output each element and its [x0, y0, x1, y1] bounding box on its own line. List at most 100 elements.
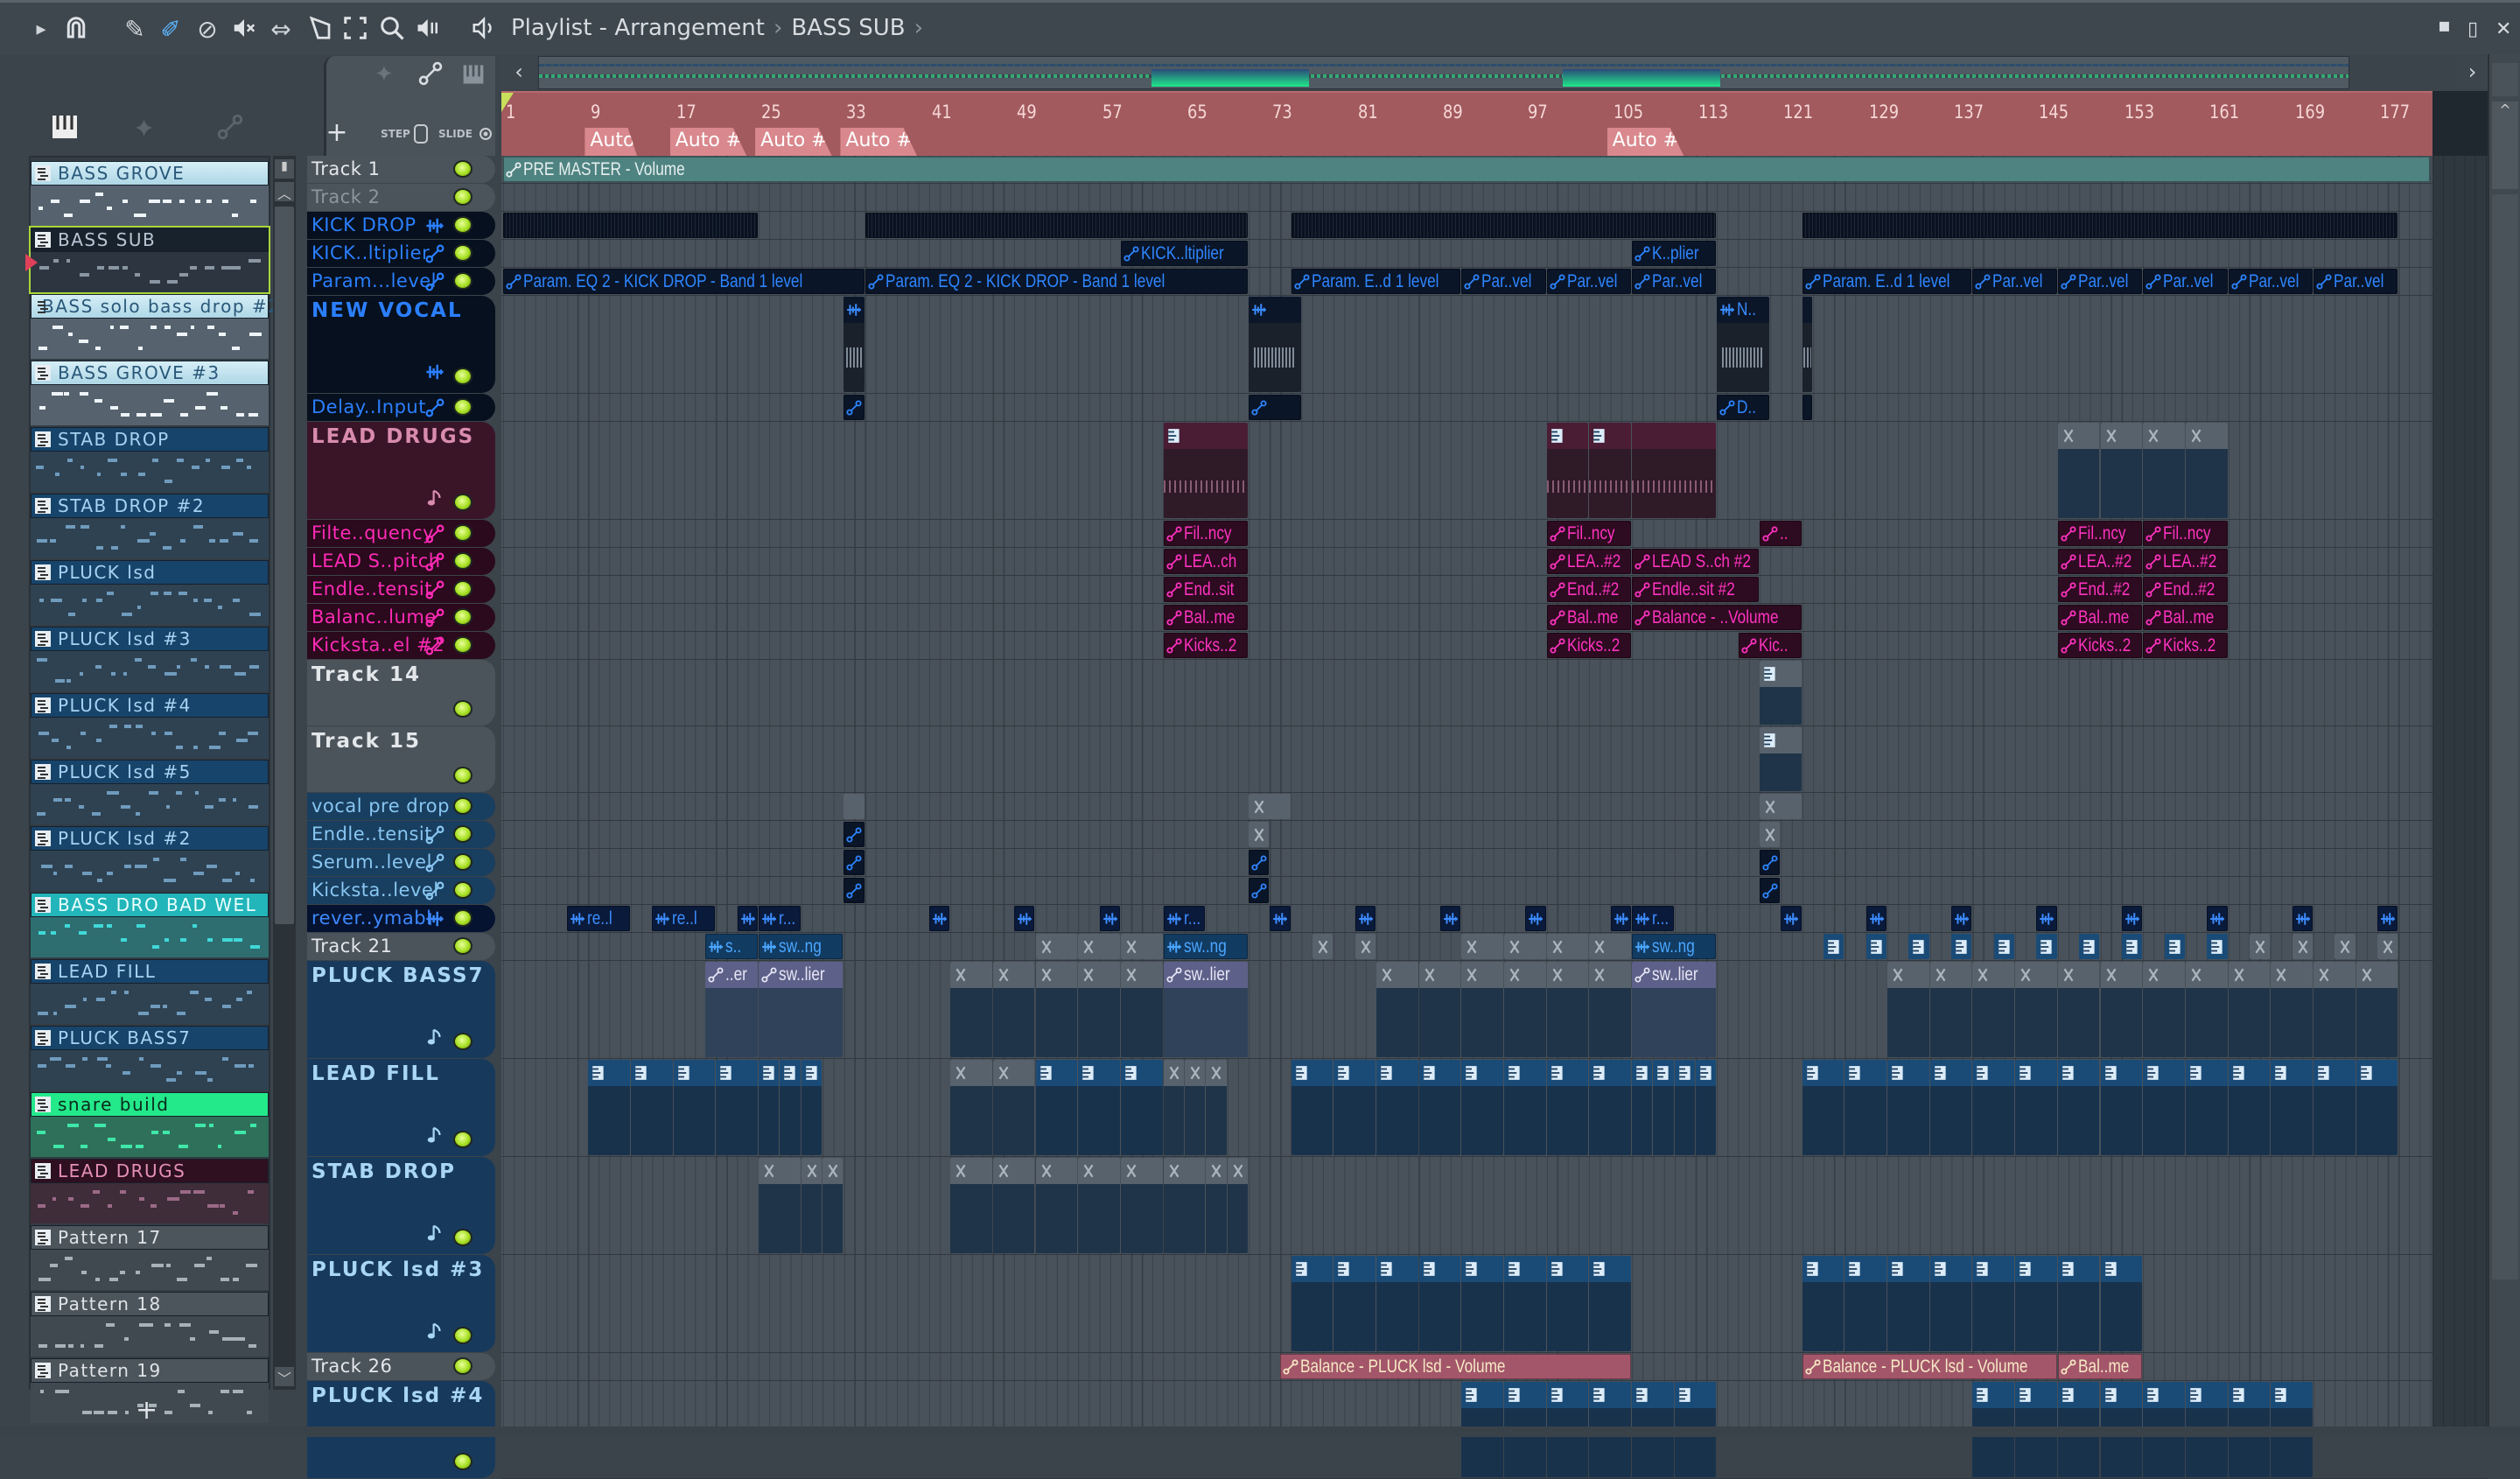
automation-mode-icon[interactable]: [217, 114, 243, 147]
playlist-clip[interactable]: [1120, 962, 1163, 1057]
playlist-clip[interactable]: [1929, 962, 1972, 1057]
scrollbar-thumb[interactable]: [2492, 194, 2518, 1279]
track-mute-led[interactable]: [453, 160, 472, 178]
playlist-clip[interactable]: [1951, 906, 1972, 931]
playlist-clip[interactable]: [1802, 1256, 1844, 1351]
playlist-clip[interactable]: [2015, 1256, 2057, 1351]
playlist-clip[interactable]: [1120, 1158, 1163, 1253]
track-mute-led[interactable]: [453, 767, 472, 784]
playlist-clip[interactable]: [1291, 213, 1717, 238]
pattern-item[interactable]: STAB DROP: [31, 427, 269, 492]
playlist-clip[interactable]: Param. E..d 1 level: [1291, 269, 1461, 294]
playlist-clip[interactable]: [780, 1060, 801, 1155]
playlist-clip[interactable]: Balance - PLUCK lsd - Volume: [1280, 1354, 1632, 1379]
playlist-clip[interactable]: Par..vel: [1546, 269, 1632, 294]
playlist-clip[interactable]: [2143, 1060, 2185, 1155]
playlist-clip[interactable]: LEA..ch: [1163, 549, 1248, 574]
track-mute-led[interactable]: [453, 1327, 472, 1344]
track-mute-led[interactable]: [453, 552, 472, 570]
playlist-clip[interactable]: [950, 1060, 992, 1155]
playlist-clip[interactable]: Kicks..2: [1163, 633, 1248, 658]
playlist-clip[interactable]: [1546, 934, 1589, 959]
playlist-clip[interactable]: [2057, 1256, 2100, 1351]
pattern-item[interactable]: Pattern 18: [31, 1292, 269, 1356]
track-header[interactable]: KICK..ltiplier: [307, 240, 495, 267]
pattern-item[interactable]: Pattern 17: [31, 1225, 269, 1290]
playlist-clip[interactable]: [1546, 423, 1589, 518]
playlist-clip[interactable]: [1760, 727, 1802, 791]
track-mute-led[interactable]: [453, 797, 472, 815]
audio-tab-icon[interactable]: ✦: [374, 61, 394, 88]
playlist-clip[interactable]: Balance - ..Volume: [1632, 605, 1802, 630]
step-toggle[interactable]: [414, 124, 428, 144]
pattern-item[interactable]: STAB DROP #2: [31, 494, 269, 558]
playlist-clip[interactable]: [1035, 1060, 1078, 1155]
track-mute-led[interactable]: [453, 700, 472, 718]
playlist-clip[interactable]: [1802, 395, 1812, 420]
minimize-button[interactable]: ▪: [2438, 15, 2451, 37]
playlist-clip[interactable]: [1376, 1256, 1418, 1351]
track-mute-led[interactable]: [453, 524, 472, 542]
pattern-item[interactable]: PLUCK lsd #5: [31, 760, 269, 824]
playlist-clip[interactable]: [992, 962, 1035, 1057]
track-header[interactable]: Delay..Input: [307, 394, 495, 421]
playlist-clip[interactable]: Kicks..2: [2143, 633, 2228, 658]
playlist-clip[interactable]: [1120, 934, 1163, 959]
playlist-clip[interactable]: [1972, 1256, 2015, 1351]
playlist-clip[interactable]: sw..ng: [759, 934, 844, 959]
playlist-clip[interactable]: [844, 794, 864, 819]
playlist-clip[interactable]: [1461, 962, 1503, 1057]
playlist-clip[interactable]: [1418, 1256, 1461, 1351]
playlist-clip[interactable]: [1461, 934, 1503, 959]
playlist-clip[interactable]: [1354, 906, 1376, 931]
playlist-clip[interactable]: [1248, 822, 1270, 847]
playlist-clip[interactable]: [1376, 962, 1418, 1057]
track-header[interactable]: Kicksta..el #2: [307, 632, 495, 659]
playlist-clip[interactable]: [1206, 1060, 1227, 1155]
playlist-clip[interactable]: [1610, 906, 1631, 931]
playlist-clip[interactable]: [1163, 1158, 1206, 1253]
playlist-clip[interactable]: [1632, 423, 1717, 518]
playlist-clip[interactable]: Par..vel: [2057, 269, 2143, 294]
maximize-button[interactable]: ▯: [2468, 18, 2478, 40]
playlist-clip[interactable]: Bal..me: [2143, 605, 2228, 630]
playlist-clip[interactable]: [759, 1060, 780, 1155]
scroll-right-button[interactable]: ›: [2457, 56, 2488, 89]
playlist-clip[interactable]: Par..vel: [2143, 269, 2228, 294]
playlist-clip[interactable]: Fil..ncy: [1546, 521, 1632, 546]
playlist-clip[interactable]: Par..vel: [2313, 269, 2398, 294]
playlist-clip[interactable]: [1163, 1060, 1184, 1155]
playlist-clip[interactable]: [1248, 297, 1301, 392]
playlist-clip[interactable]: [1035, 934, 1078, 959]
track-header[interactable]: Balanc..lume: [307, 604, 495, 631]
playlist-clip[interactable]: [2313, 962, 2356, 1057]
playlist-clip[interactable]: [1248, 850, 1270, 875]
piano-tab-icon[interactable]: [462, 63, 485, 89]
playlist-clip[interactable]: [1078, 934, 1120, 959]
track-header[interactable]: vocal pre drop: [307, 793, 495, 820]
playlist-clip[interactable]: [2249, 934, 2271, 959]
playlist-clip[interactable]: [844, 297, 864, 392]
playlist-clip[interactable]: [2185, 962, 2228, 1057]
playlist-clip[interactable]: [1354, 934, 1376, 959]
playlist-clip[interactable]: [1418, 1060, 1461, 1155]
track-mute-led[interactable]: [453, 881, 472, 899]
playlist-clip[interactable]: [1589, 423, 1631, 518]
pattern-item[interactable]: BASS GROVE: [31, 161, 269, 226]
playlist-clip[interactable]: [950, 1158, 992, 1253]
breadcrumb-pattern[interactable]: BASS SUB: [791, 15, 905, 41]
playlist-clip[interactable]: [1589, 1060, 1631, 1155]
playlist-clip[interactable]: ..er: [705, 962, 759, 1057]
timeline-marker[interactable]: Auto #4: [840, 128, 918, 157]
playlist-clip[interactable]: [1674, 1060, 1696, 1155]
playlist-clip[interactable]: [1887, 962, 1929, 1057]
playlist-clip[interactable]: [1844, 1256, 1887, 1351]
playlist-clip[interactable]: [2292, 906, 2313, 931]
playlist-clip[interactable]: [2143, 423, 2185, 518]
playlist-clip[interactable]: LEAD S..ch #2: [1632, 549, 1760, 574]
playlist-clip[interactable]: N..: [1717, 297, 1770, 392]
playlist-clip[interactable]: [928, 906, 950, 931]
playlist-clip[interactable]: [1546, 1256, 1589, 1351]
playlist-clip[interactable]: K..plier: [1632, 241, 1717, 266]
track-mute-led[interactable]: [453, 244, 472, 262]
